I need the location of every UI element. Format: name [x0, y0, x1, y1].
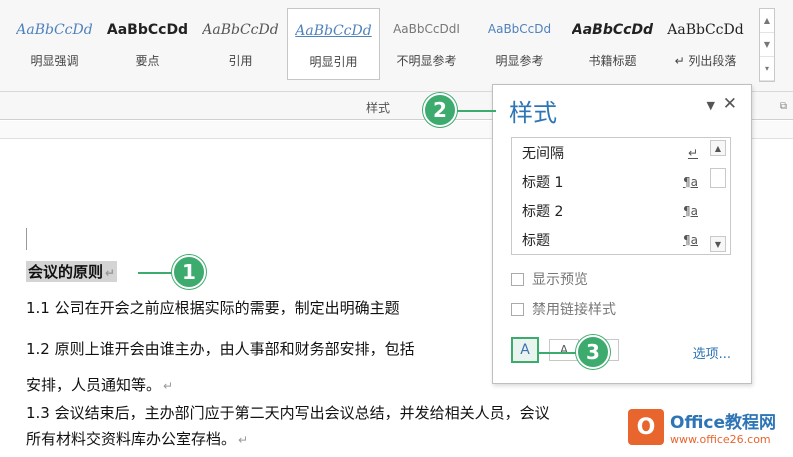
style-name: 要点 [135, 54, 160, 68]
show-preview-option[interactable]: 显示预览 [511, 269, 588, 289]
office-logo-icon: O [628, 409, 664, 445]
pane-title: 样式 [509, 99, 557, 127]
callout-step-3: 3 [576, 335, 610, 369]
style-sample: AaBbCcDd [295, 23, 372, 39]
linked-style-icon: ¶a [683, 232, 698, 247]
paragraph-3[interactable]: 安排，人员通知等。 ↵ [26, 374, 173, 395]
new-style-icon: A [520, 342, 530, 358]
style-item-label: 标题 [522, 232, 550, 249]
paragraph-mark-icon: ↵ [163, 379, 174, 393]
style-name: 引用 [228, 54, 253, 68]
style-name: 不明显参考 [396, 54, 457, 68]
gallery-style-list-paragraph[interactable]: AaBbCcDd ↵ 列出段落 [659, 8, 752, 80]
watermark-title: Office教程网 [670, 413, 777, 433]
scroll-up-icon[interactable]: ▲ [760, 9, 774, 33]
style-sample: AaBbCcDdI [393, 22, 460, 36]
scroll-down-icon[interactable]: ▼ [710, 236, 726, 252]
close-icon[interactable]: ✕ [723, 94, 737, 114]
paragraph-style-icon: ↵ [687, 145, 698, 160]
gallery-scroll: ▲ ▼ ▾ [759, 8, 775, 82]
style-sample: AaBbCcDd [667, 22, 744, 38]
show-preview-label: 显示预览 [532, 272, 588, 288]
pane-menu-icon[interactable]: ▼ [707, 99, 715, 112]
paragraph-4[interactable]: 1.3 会议结束后，主办部门应于第二天内写出会议总结，并发给相关人员，会议 [26, 402, 550, 423]
gallery-style-intense-emphasis[interactable]: AaBbCcDd 明显强调 [8, 8, 101, 80]
style-inspector-icon: A [559, 343, 569, 357]
styles-pane: 样式 ▼ ✕ 无间隔 ↵ 标题 1 ¶a 标题 2 ¶a 标题 ¶a ▲ ▼ 显… [492, 84, 752, 384]
dialog-launcher-icon[interactable]: ⧉ [780, 101, 787, 112]
options-link[interactable]: 选项... [693, 343, 731, 362]
callout-line [456, 110, 496, 112]
gallery-style-quote[interactable]: AaBbCcDd 引用 [194, 8, 287, 80]
gallery-style-strong[interactable]: AaBbCcDd 要点 [101, 8, 194, 80]
paragraph-mark-icon: ↵ [105, 266, 116, 280]
style-item-heading-2[interactable]: 标题 2 ¶a [512, 196, 730, 225]
new-style-button[interactable]: A [511, 337, 539, 363]
style-item-no-spacing[interactable]: 无间隔 ↵ [512, 138, 730, 167]
style-item-label: 标题 2 [522, 203, 564, 220]
style-list-scrollbar[interactable]: ▲ ▼ [710, 140, 728, 252]
style-sample: AaBbCcDd [106, 22, 189, 38]
disable-linked-styles-label: 禁用链接样式 [532, 302, 616, 318]
gallery-style-book-title[interactable]: AaBbCcDd 书籍标题 [566, 8, 659, 80]
style-item-label: 标题 1 [522, 174, 564, 191]
style-name: 书籍标题 [588, 54, 637, 68]
callout-line [138, 272, 174, 274]
style-name: ↵ 列出段落 [674, 54, 737, 68]
margin-marker [26, 228, 27, 250]
scroll-thumb[interactable] [710, 168, 726, 188]
style-name: 明显引用 [309, 55, 358, 69]
paragraph-1[interactable]: 1.1 公司在开会之前应根据实际的需要，制定出明确主题 [26, 297, 400, 318]
style-name: 明显强调 [30, 54, 79, 68]
gallery-style-subtle-reference[interactable]: AaBbCcDdI 不明显参考 [380, 8, 473, 80]
gallery-more-icon[interactable]: ▾ [760, 57, 774, 81]
heading-text: 会议的原则 [28, 263, 104, 281]
paragraph-text: 所有材料交资料库办公室存档。 [26, 430, 237, 448]
paragraph-2[interactable]: 1.2 原则上谁开会由谁主办，由人事部和财务部安排，包括 [26, 338, 415, 359]
heading-paragraph[interactable]: 会议的原则 ↵ [26, 261, 118, 282]
show-preview-checkbox[interactable] [511, 272, 524, 286]
paragraph-text: 安排，人员通知等。 [26, 376, 162, 394]
style-name: 明显参考 [495, 54, 544, 68]
style-sample: AaBbCcDd [16, 22, 93, 38]
watermark-url: www.office26.com [670, 433, 771, 446]
callout-step-2: 2 [423, 93, 457, 127]
callout-line [538, 352, 578, 354]
style-sample: AaBbCcDd [202, 22, 279, 38]
linked-style-icon: ¶a [683, 174, 698, 189]
callout-step-1: 1 [172, 255, 206, 289]
disable-linked-styles-option[interactable]: 禁用链接样式 [511, 299, 616, 319]
style-sample: AaBbCcDd [571, 22, 654, 38]
style-gallery-ribbon: AaBbCcDd 明显强调 AaBbCcDd 要点 AaBbCcDd 引用 Aa… [0, 0, 793, 92]
gallery-style-intense-reference[interactable]: AaBbCcDd 明显参考 [473, 8, 566, 80]
disable-linked-styles-checkbox[interactable] [511, 302, 524, 316]
style-item-title[interactable]: 标题 ¶a [512, 225, 730, 254]
style-inspector-button[interactable]: A [549, 339, 579, 361]
watermark: O Office教程网 www.office26.com [628, 408, 776, 446]
scroll-up-icon[interactable]: ▲ [710, 140, 726, 156]
style-list: 无间隔 ↵ 标题 1 ¶a 标题 2 ¶a 标题 ¶a ▲ ▼ [511, 137, 731, 255]
scroll-down-icon[interactable]: ▼ [760, 33, 774, 57]
styles-group-label: 样式 [366, 101, 391, 115]
gallery-style-intense-quote[interactable]: AaBbCcDd 明显引用 [287, 8, 380, 80]
paragraph-5[interactable]: 所有材料交资料库办公室存档。 ↵ [26, 428, 248, 449]
style-sample: AaBbCcDd [487, 22, 552, 36]
paragraph-mark-icon: ↵ [238, 433, 249, 447]
style-item-heading-1[interactable]: 标题 1 ¶a [512, 167, 730, 196]
linked-style-icon: ¶a [683, 203, 698, 218]
style-gallery: AaBbCcDd 明显强调 AaBbCcDd 要点 AaBbCcDd 引用 Aa… [8, 8, 758, 80]
style-item-label: 无间隔 [522, 145, 564, 162]
